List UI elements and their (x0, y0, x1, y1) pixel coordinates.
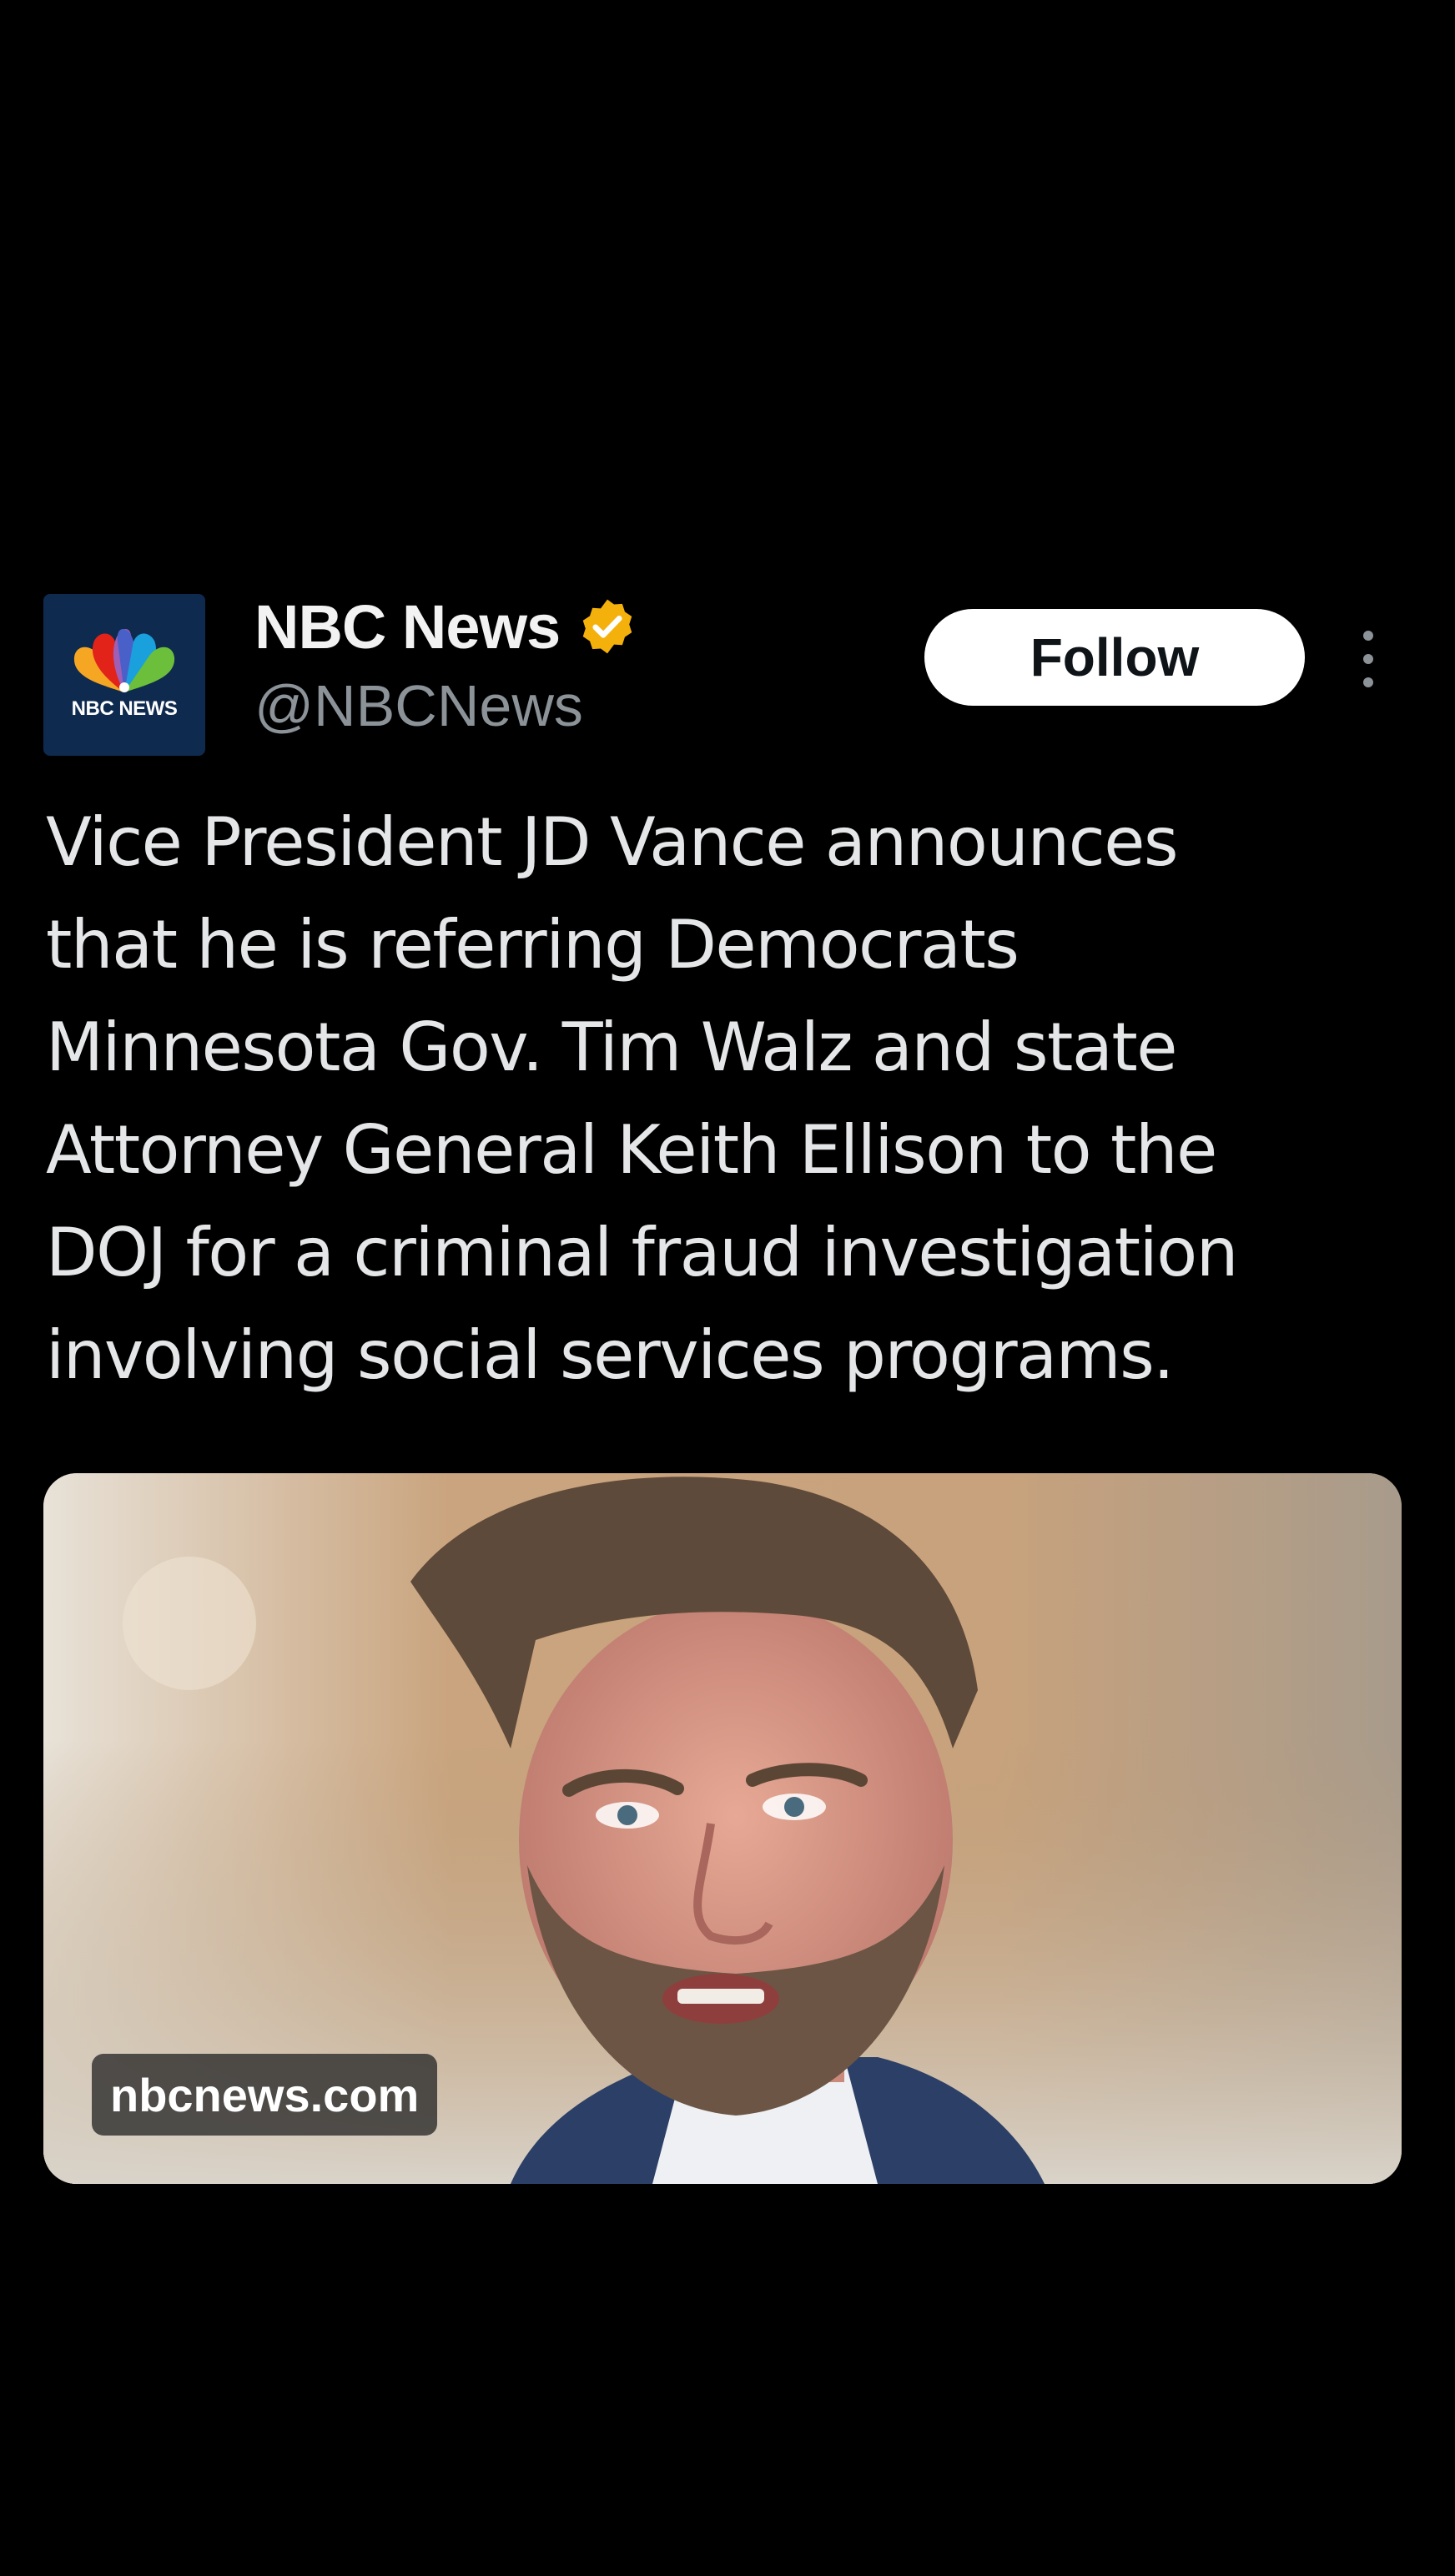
author-name-row: NBC News (254, 589, 638, 664)
link-domain-badge: nbcnews.com (92, 2054, 438, 2136)
link-preview-card[interactable]: nbcnews.com (43, 1473, 1402, 2184)
avatar-label: NBC NEWS (71, 697, 178, 720)
post-card: NBC NEWS NBC News @NBCNews Follow Vice P… (0, 0, 1455, 2576)
post-text: Vice President JD Vance announces that h… (46, 803, 1238, 1394)
avatar[interactable]: NBC NEWS (43, 594, 205, 756)
author-handle[interactable]: @NBCNews (254, 672, 583, 739)
display-name[interactable]: NBC News (254, 591, 561, 662)
peacock-logo-icon (73, 629, 175, 692)
verified-badge-icon (582, 599, 632, 654)
follow-button[interactable]: Follow (924, 609, 1305, 706)
more-vertical-icon[interactable] (1352, 627, 1385, 691)
